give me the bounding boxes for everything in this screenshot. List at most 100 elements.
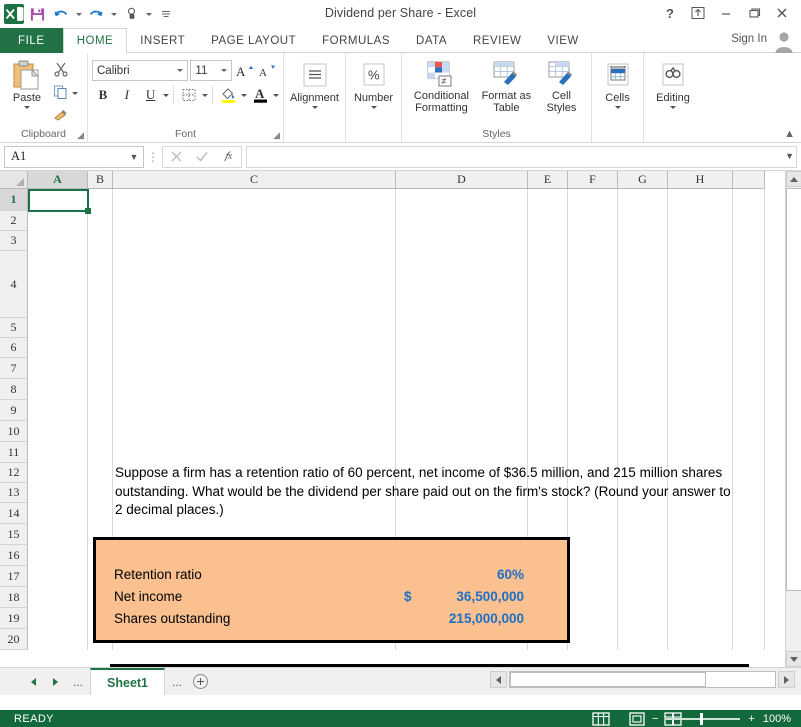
- cut-icon[interactable]: [50, 59, 72, 79]
- grid-cell[interactable]: [28, 400, 88, 421]
- grid-cell[interactable]: [396, 189, 528, 211]
- font-dialog-launcher[interactable]: ◢: [273, 130, 280, 141]
- format-painter-icon[interactable]: [50, 105, 72, 125]
- cells-button[interactable]: Cells: [596, 56, 639, 109]
- insert-function-icon[interactable]: 𝑓x: [215, 147, 241, 167]
- zoom-in-icon[interactable]: +: [748, 713, 754, 725]
- alignment-dropdown-icon[interactable]: [312, 106, 318, 109]
- grid-cell[interactable]: [528, 211, 568, 231]
- grid-cell[interactable]: [396, 358, 528, 379]
- grid-cell[interactable]: [396, 251, 528, 318]
- grid-cell[interactable]: [528, 338, 568, 358]
- row-header-17[interactable]: 17: [0, 566, 28, 587]
- grid-cell[interactable]: [568, 400, 618, 421]
- tab-formulas[interactable]: FORMULAS: [309, 28, 403, 53]
- grid-cell[interactable]: [618, 231, 668, 251]
- font-color-icon[interactable]: A: [249, 84, 271, 105]
- grid-cell[interactable]: [668, 566, 733, 587]
- grid-cell[interactable]: [733, 189, 765, 211]
- grid-cell[interactable]: [88, 483, 113, 503]
- grid-cell[interactable]: [396, 318, 528, 338]
- format-as-table-button[interactable]: Format as Table: [477, 56, 536, 114]
- tab-page-layout[interactable]: PAGE LAYOUT: [198, 28, 309, 53]
- grid-cell[interactable]: [618, 587, 668, 608]
- grid-cell[interactable]: [618, 189, 668, 211]
- grid-cell[interactable]: [28, 189, 88, 211]
- editing-dropdown-icon[interactable]: [670, 106, 676, 109]
- grid-cell[interactable]: [28, 483, 88, 503]
- row-header-6[interactable]: 6: [0, 338, 28, 358]
- cells-dropdown-icon[interactable]: [615, 106, 621, 109]
- grid-cell[interactable]: [733, 400, 765, 421]
- row-header-11[interactable]: 11: [0, 442, 28, 463]
- grid-cell[interactable]: [88, 400, 113, 421]
- font-name-dropdown-icon[interactable]: [173, 69, 187, 72]
- grid-cell[interactable]: [88, 379, 113, 400]
- grid-cell[interactable]: [28, 442, 88, 463]
- grid-cell[interactable]: [113, 318, 396, 338]
- grid-cell[interactable]: [618, 545, 668, 566]
- grid-cell[interactable]: [88, 318, 113, 338]
- grid-cell[interactable]: [618, 379, 668, 400]
- column-header-a[interactable]: A: [28, 171, 88, 189]
- row-header-2[interactable]: 2: [0, 211, 28, 231]
- grid-cell[interactable]: [28, 545, 88, 566]
- grid-cell[interactable]: [568, 608, 618, 629]
- row-header-5[interactable]: 5: [0, 318, 28, 338]
- grid-cell[interactable]: [88, 421, 113, 442]
- grid-cell[interactable]: [528, 442, 568, 463]
- font-name-combo[interactable]: Calibri: [92, 60, 188, 81]
- grid-cell[interactable]: [28, 318, 88, 338]
- grid-cell[interactable]: [733, 587, 765, 608]
- enter-formula-icon[interactable]: [189, 147, 215, 167]
- grid-cell[interactable]: [568, 251, 618, 318]
- scroll-up-icon[interactable]: [786, 171, 801, 187]
- grid-cell[interactable]: [113, 211, 396, 231]
- font-size-combo[interactable]: 11: [190, 60, 231, 81]
- grid-cell[interactable]: [668, 251, 733, 318]
- zoom-slider[interactable]: [666, 718, 740, 720]
- next-sheet-icon[interactable]: [44, 670, 66, 694]
- row-header-1[interactable]: 1: [0, 189, 28, 211]
- conditional-formatting-button[interactable]: ≠ Conditional Formatting: [406, 56, 477, 114]
- grid-cell[interactable]: [28, 524, 88, 545]
- increase-font-size-icon[interactable]: A: [234, 60, 256, 81]
- grid-cell[interactable]: [113, 251, 396, 318]
- grid-cell[interactable]: [733, 338, 765, 358]
- grid-cell[interactable]: [88, 189, 113, 211]
- grid-cell[interactable]: [618, 400, 668, 421]
- grid-cell[interactable]: [733, 442, 765, 463]
- grid-cell[interactable]: [88, 231, 113, 251]
- grid-cell[interactable]: [618, 566, 668, 587]
- page-layout-view-icon[interactable]: [627, 712, 647, 726]
- borders-icon[interactable]: [178, 84, 200, 105]
- grid-cell[interactable]: [733, 211, 765, 231]
- column-header-b[interactable]: B: [88, 171, 113, 189]
- grid-cell[interactable]: [113, 189, 396, 211]
- grid-cell[interactable]: [668, 211, 733, 231]
- sheet-overflow-left[interactable]: ...: [66, 675, 90, 689]
- grid-cell[interactable]: [568, 231, 618, 251]
- copy-dropdown-icon[interactable]: [72, 92, 78, 95]
- previous-sheet-icon[interactable]: [22, 670, 44, 694]
- underline-button[interactable]: U: [140, 84, 162, 105]
- grid-cell[interactable]: [396, 379, 528, 400]
- tab-review[interactable]: REVIEW: [460, 28, 534, 53]
- grid-cell[interactable]: [568, 524, 618, 545]
- font-color-dropdown-icon[interactable]: [273, 94, 279, 97]
- column-header-extra[interactable]: [733, 171, 765, 189]
- row-header-16[interactable]: 16: [0, 545, 28, 566]
- expand-formula-bar-icon[interactable]: ▼: [785, 151, 794, 161]
- decrease-font-size-icon[interactable]: A: [257, 60, 279, 81]
- formula-input[interactable]: ▼: [246, 146, 797, 168]
- tab-view[interactable]: VIEW: [534, 28, 591, 53]
- name-box-dropdown-icon[interactable]: ▼: [125, 152, 143, 162]
- row-header-7[interactable]: 7: [0, 358, 28, 379]
- grid-cell[interactable]: [396, 338, 528, 358]
- row-header-8[interactable]: 8: [0, 379, 28, 400]
- zoom-out-icon[interactable]: −: [652, 713, 658, 725]
- tab-home[interactable]: HOME: [63, 28, 128, 54]
- grid-cell[interactable]: [733, 545, 765, 566]
- grid-cell[interactable]: [88, 358, 113, 379]
- grid-cell[interactable]: [568, 338, 618, 358]
